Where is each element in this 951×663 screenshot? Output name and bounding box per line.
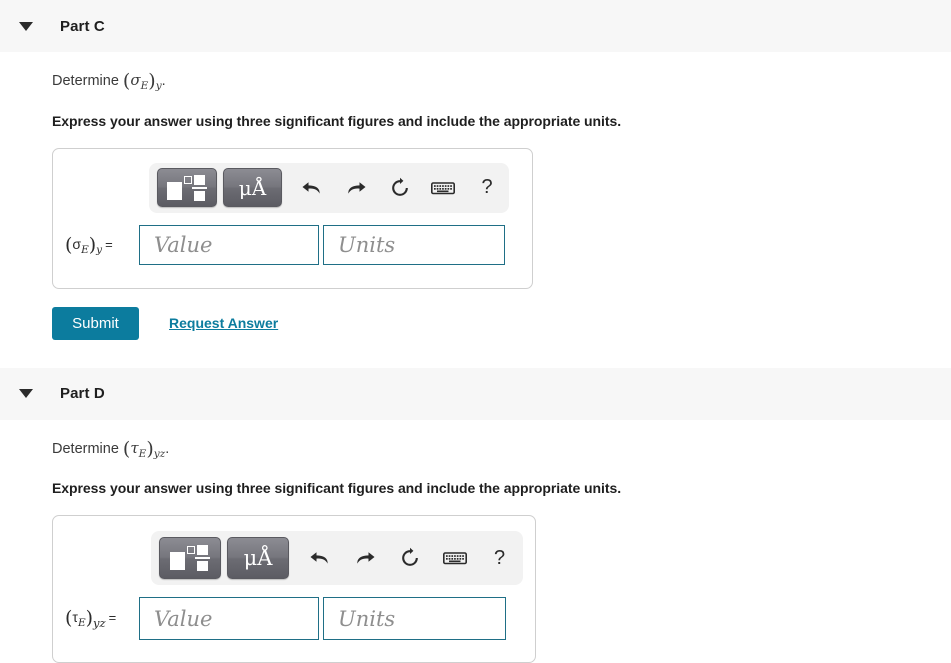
template-glyph <box>167 175 207 201</box>
answer-sigma-symbol: σ <box>72 236 81 252</box>
part-c-units-input[interactable] <box>323 225 505 265</box>
keyboard-icon[interactable] <box>422 168 466 208</box>
close-paren: ) <box>146 438 153 460</box>
part-d-math-toolbar: μÅ <box>151 531 523 585</box>
undo-icon[interactable] <box>297 537 342 579</box>
part-d-units-input[interactable] <box>323 597 506 640</box>
redo-icon[interactable] <box>342 537 387 579</box>
part-d-instruction: Express your answer using three signific… <box>52 459 951 496</box>
tau-symbol: τ <box>130 439 138 457</box>
answer-outer-subscript: y <box>96 244 102 256</box>
math-template-icon[interactable] <box>159 537 221 579</box>
part-d-section: Part D Determine (τE)yz. Express your an… <box>0 368 951 663</box>
part-c-variable-expression: (σE)y <box>123 71 162 89</box>
units-glyph: μÅ <box>244 548 273 569</box>
part-c-determine-text: Determine (σE)y. <box>52 52 951 92</box>
undo-icon[interactable] <box>290 168 334 208</box>
part-c-input-row: (σE)y= <box>53 225 532 265</box>
keyboard-icon[interactable] <box>432 537 477 579</box>
sigma-symbol: σ <box>130 71 140 89</box>
template-glyph <box>170 545 210 571</box>
math-template-icon[interactable] <box>157 168 217 207</box>
redo-icon[interactable] <box>334 168 378 208</box>
part-d-variable-expression: (τE)yz <box>123 439 165 457</box>
close-paren: ) <box>148 70 155 92</box>
part-c-instruction: Express your answer using three signific… <box>52 92 951 129</box>
part-d-answer-box: μÅ <box>52 515 536 663</box>
part-c-answer-label: (σE)y= <box>65 234 139 256</box>
outer-subscript: yz <box>154 448 165 460</box>
triangle-down-icon[interactable] <box>19 389 33 398</box>
part-d-answer-label: (τE)yz= <box>65 607 139 630</box>
trailing-period: . <box>165 441 169 457</box>
part-c-answer-box: μÅ <box>52 148 533 289</box>
answer-outer-subscript: yz <box>93 616 106 630</box>
determine-word: Determine <box>52 441 119 457</box>
part-c-submit-row: Submit Request Answer <box>52 307 951 340</box>
submit-button[interactable]: Submit <box>52 307 139 340</box>
part-c-title: Part C <box>60 18 105 35</box>
part-d-determine-text: Determine (τE)yz. <box>52 420 951 460</box>
part-c-math-toolbar: μÅ <box>149 163 509 213</box>
part-c-header[interactable]: Part C <box>0 0 951 52</box>
answer-close-paren: ) <box>86 607 93 629</box>
part-d-body: Determine (τE)yz. Express your answer us… <box>0 420 951 663</box>
reset-icon[interactable] <box>387 537 432 579</box>
units-micro-angstrom-icon[interactable]: μÅ <box>227 537 289 579</box>
part-c-section: Part C Determine (σE)y. Express your ans… <box>0 0 951 340</box>
determine-word: Determine <box>52 73 119 89</box>
part-d-header[interactable]: Part D <box>0 368 951 420</box>
part-d-value-input[interactable] <box>139 597 319 640</box>
part-d-title: Part D <box>60 385 105 402</box>
triangle-down-icon[interactable] <box>19 22 33 31</box>
help-glyph: ? <box>494 547 505 570</box>
help-glyph: ? <box>482 176 493 199</box>
units-micro-angstrom-icon[interactable]: μÅ <box>223 168 283 207</box>
part-c-body: Determine (σE)y. Express your answer usi… <box>0 52 951 340</box>
answer-sigma-subscript: E <box>81 244 89 256</box>
reset-icon[interactable] <box>378 168 422 208</box>
help-icon[interactable]: ? <box>477 537 522 579</box>
part-d-input-row: (τE)yz= <box>53 597 535 640</box>
request-answer-link[interactable]: Request Answer <box>169 315 278 331</box>
equals-sign: = <box>105 237 113 252</box>
section-divider-gap <box>0 340 951 368</box>
answer-tau-subscript: E <box>78 617 86 629</box>
part-c-value-input[interactable] <box>139 225 319 265</box>
help-icon[interactable]: ? <box>465 168 509 208</box>
units-glyph: μÅ <box>239 178 266 198</box>
equals-sign: = <box>109 610 117 625</box>
trailing-period: . <box>162 73 166 89</box>
